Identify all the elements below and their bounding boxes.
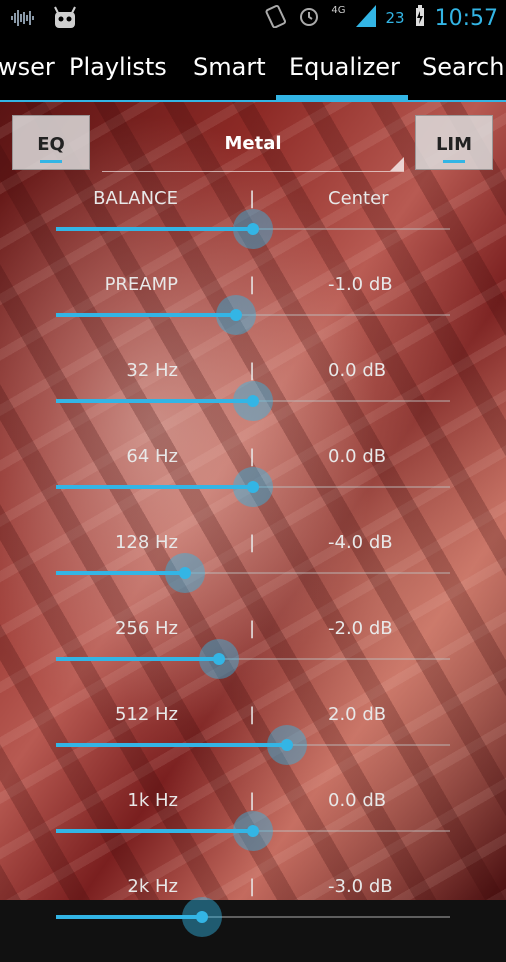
seekbar-track[interactable] — [56, 467, 450, 507]
tab-strip-divider — [0, 100, 506, 102]
battery-charging-icon — [415, 5, 425, 31]
seekbar-thumb[interactable] — [233, 381, 273, 421]
slider-label: 1k Hz — [127, 790, 178, 811]
slider-value: -2.0 dB — [328, 618, 393, 639]
slider-value: -3.0 dB — [328, 876, 393, 897]
slider-value: 0.0 dB — [328, 446, 387, 467]
clock: 10:57 — [434, 5, 498, 31]
slider-separator: | — [249, 790, 256, 811]
spinner-underline — [102, 171, 404, 172]
slider-row: 32 Hz | 0.0 dB — [0, 360, 506, 446]
preset-spinner[interactable]: Metal — [102, 118, 404, 172]
slider-value: Center — [328, 188, 389, 209]
slider-label: BALANCE — [93, 188, 178, 209]
seekbar-thumb[interactable] — [233, 467, 273, 507]
slider-label: 2k Hz — [127, 876, 178, 897]
slider-row: 1k Hz | 0.0 dB — [0, 790, 506, 876]
signal-icon — [355, 5, 376, 31]
slider-separator: | — [249, 532, 256, 553]
seekbar-track[interactable] — [56, 553, 450, 593]
slider-row: 512 Hz | 2.0 dB — [0, 704, 506, 790]
seekbar-track[interactable] — [56, 725, 450, 765]
slider-separator: | — [249, 876, 256, 897]
battery-level: 23 — [385, 9, 405, 27]
spinner-arrow-icon — [390, 157, 404, 171]
slider-label: PREAMP — [104, 274, 178, 295]
slider-row: 64 Hz | 0.0 dB — [0, 446, 506, 532]
slider-label: 32 Hz — [126, 360, 178, 381]
rotation-lock-icon — [265, 4, 287, 32]
slider-separator: | — [249, 274, 256, 295]
seekbar-progress — [56, 829, 253, 833]
slider-row: PREAMP | -1.0 dB — [0, 274, 506, 360]
seekbar-thumb[interactable] — [233, 811, 273, 851]
lim-toggle-button[interactable]: LIM — [415, 115, 493, 170]
seekbar-track[interactable] — [56, 209, 450, 249]
tab-smart[interactable]: Smart — [193, 53, 266, 81]
seekbar-thumb[interactable] — [216, 295, 256, 335]
slider-value: 0.0 dB — [328, 790, 387, 811]
slider-value: 0.0 dB — [328, 360, 387, 381]
slider-label: 512 Hz — [114, 704, 178, 725]
slider-row: 2k Hz | -3.0 dB — [0, 876, 506, 962]
tab-equalizer[interactable]: Equalizer — [289, 53, 400, 81]
seekbar-track[interactable] — [56, 897, 450, 937]
slider-separator: | — [249, 360, 256, 381]
seekbar-progress — [56, 743, 287, 747]
tab-strip: wser Playlists Smart Equalizer Search — [0, 37, 506, 102]
lim-active-indicator — [443, 160, 465, 163]
alarm-icon — [297, 4, 321, 32]
seekbar-thumb[interactable] — [199, 639, 239, 679]
slider-row: 128 Hz | -4.0 dB — [0, 532, 506, 618]
slider-label: 256 Hz — [114, 618, 178, 639]
status-bar: 4G 23 10:57 — [0, 0, 506, 37]
seekbar-track[interactable] — [56, 295, 450, 335]
seekbar-thumb[interactable] — [233, 209, 273, 249]
eq-active-indicator — [40, 160, 62, 163]
slider-separator: | — [249, 188, 256, 209]
network-type: 4G — [331, 4, 346, 16]
slider-value: 2.0 dB — [328, 704, 387, 725]
preset-name: Metal — [224, 133, 282, 154]
tab-search[interactable]: Search — [422, 53, 504, 81]
tab-wser[interactable]: wser — [0, 53, 55, 81]
seekbar-progress — [56, 313, 236, 317]
seekbar-track[interactable] — [56, 381, 450, 421]
slider-separator: | — [249, 704, 256, 725]
lim-button-label: LIM — [435, 134, 473, 155]
eq-toggle-button[interactable]: EQ — [12, 115, 90, 170]
seekbar-thumb[interactable] — [165, 553, 205, 593]
seekbar-progress — [56, 657, 219, 661]
seekbar-thumb[interactable] — [267, 725, 307, 765]
seekbar-thumb[interactable] — [182, 897, 222, 937]
visualizer-icon — [10, 8, 38, 32]
seekbar-track[interactable] — [56, 811, 450, 851]
tab-playlists[interactable]: Playlists — [69, 53, 167, 81]
seekbar-progress — [56, 915, 202, 919]
android-icon — [52, 6, 78, 34]
slider-label: 64 Hz — [126, 446, 178, 467]
seekbar-progress — [56, 227, 253, 231]
eq-button-label: EQ — [37, 134, 65, 155]
slider-row: BALANCE | Center — [0, 188, 506, 274]
slider-row: 256 Hz | -2.0 dB — [0, 618, 506, 704]
slider-separator: | — [249, 446, 256, 467]
slider-label: 128 Hz — [114, 532, 178, 553]
seekbar-track[interactable] — [56, 639, 450, 679]
slider-value: -4.0 dB — [328, 532, 393, 553]
slider-separator: | — [249, 618, 256, 639]
slider-value: -1.0 dB — [328, 274, 393, 295]
seekbar-progress — [56, 485, 253, 489]
seekbar-progress — [56, 399, 253, 403]
